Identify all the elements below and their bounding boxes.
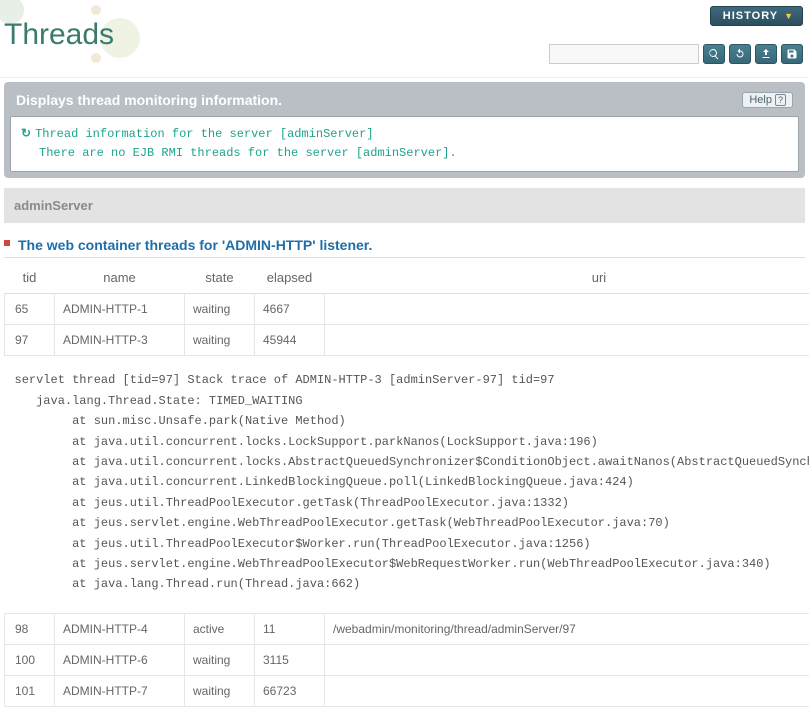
table-row: 98ADMIN-HTTP-4active11/webadmin/monitori… <box>5 613 809 644</box>
cell-name: ADMIN-HTTP-3 <box>55 325 185 356</box>
info-panel-title: Displays thread monitoring information. <box>16 92 282 108</box>
table-row: 65ADMIN-HTTP-1waiting4667interrupt <box>5 294 809 325</box>
history-button[interactable]: HISTORY ▼ <box>710 6 803 26</box>
search-icon <box>708 48 720 60</box>
save-icon <box>786 48 798 60</box>
info-line: There are no EJB RMI threads for the ser… <box>21 144 788 163</box>
cell-elapsed: 4667 <box>255 294 325 325</box>
refresh-icon <box>734 48 746 60</box>
help-label: Help <box>749 94 772 106</box>
cell-name: ADMIN-HTTP-7 <box>55 675 185 706</box>
cell-uri <box>325 675 809 706</box>
cell-uri <box>325 325 809 356</box>
export-icon <box>760 48 772 60</box>
info-panel-body: ↻ Thread information for the server [admi… <box>10 116 799 172</box>
table-row: 101ADMIN-HTTP-7waiting66723interrupt <box>5 675 809 706</box>
info-line: ↻ Thread information for the server [admi… <box>21 125 788 144</box>
table-row: 100ADMIN-HTTP-6waiting3115interrupt <box>5 644 809 675</box>
col-elapsed: elapsed <box>255 262 325 294</box>
server-section-bar: adminServer <box>4 188 805 223</box>
col-name: name <box>55 262 185 294</box>
cell-elapsed: 3115 <box>255 644 325 675</box>
cell-uri <box>325 294 809 325</box>
refresh-button[interactable] <box>729 44 751 64</box>
help-icon: ? <box>775 94 786 106</box>
cell-elapsed: 45944 <box>255 325 325 356</box>
cell-tid: 97 <box>5 325 55 356</box>
cell-state: waiting <box>185 644 255 675</box>
export-button[interactable] <box>755 44 777 64</box>
col-state: state <box>185 262 255 294</box>
help-button[interactable]: Help ? <box>742 92 793 108</box>
table-header-row: tid name state elapsed uri Command <box>5 262 809 294</box>
flag-icon <box>4 240 14 250</box>
search-button[interactable] <box>703 44 725 64</box>
page-header: Threads HISTORY ▼ <box>0 0 809 78</box>
page-title: Threads <box>4 18 114 52</box>
stack-trace-row: servlet thread [tid=97] Stack trace of A… <box>5 356 809 613</box>
cell-uri: /webadmin/monitoring/thread/adminServer/… <box>325 613 809 644</box>
cell-state: waiting <box>185 675 255 706</box>
col-tid: tid <box>5 262 55 294</box>
threads-table: tid name state elapsed uri Command 65ADM… <box>4 262 809 706</box>
stack-trace-text: servlet thread [tid=97] Stack trace of A… <box>5 356 809 613</box>
info-panel: Displays thread monitoring information. … <box>4 82 805 178</box>
info-panel-header: Displays thread monitoring information. … <box>10 88 799 116</box>
cell-tid: 100 <box>5 644 55 675</box>
search-input[interactable] <box>549 44 699 64</box>
server-name-label: adminServer <box>14 198 93 213</box>
table-row: 97ADMIN-HTTP-3waiting45944interrupt <box>5 325 809 356</box>
cell-state: waiting <box>185 325 255 356</box>
history-label: HISTORY <box>723 10 778 22</box>
cell-name: ADMIN-HTTP-6 <box>55 644 185 675</box>
cell-uri <box>325 644 809 675</box>
cell-name: ADMIN-HTTP-4 <box>55 613 185 644</box>
info-text-1: Thread information for the server [admin… <box>35 127 373 141</box>
cell-elapsed: 66723 <box>255 675 325 706</box>
cell-tid: 65 <box>5 294 55 325</box>
cell-tid: 98 <box>5 613 55 644</box>
threads-subsection: The web container threads for 'ADMIN-HTT… <box>4 233 805 706</box>
subsection-title-text: The web container threads for 'ADMIN-HTT… <box>18 237 372 253</box>
chevron-down-icon: ▼ <box>784 11 794 21</box>
cell-tid: 101 <box>5 675 55 706</box>
cell-state: waiting <box>185 294 255 325</box>
cell-name: ADMIN-HTTP-1 <box>55 294 185 325</box>
threads-subsection-title: The web container threads for 'ADMIN-HTT… <box>4 233 805 258</box>
col-uri: uri <box>325 262 809 294</box>
save-button[interactable] <box>781 44 803 64</box>
cell-state: active <box>185 613 255 644</box>
cell-elapsed: 11 <box>255 613 325 644</box>
info-text-2: There are no EJB RMI threads for the ser… <box>39 146 457 160</box>
toolbar <box>549 44 803 64</box>
cycle-icon: ↻ <box>21 125 31 144</box>
